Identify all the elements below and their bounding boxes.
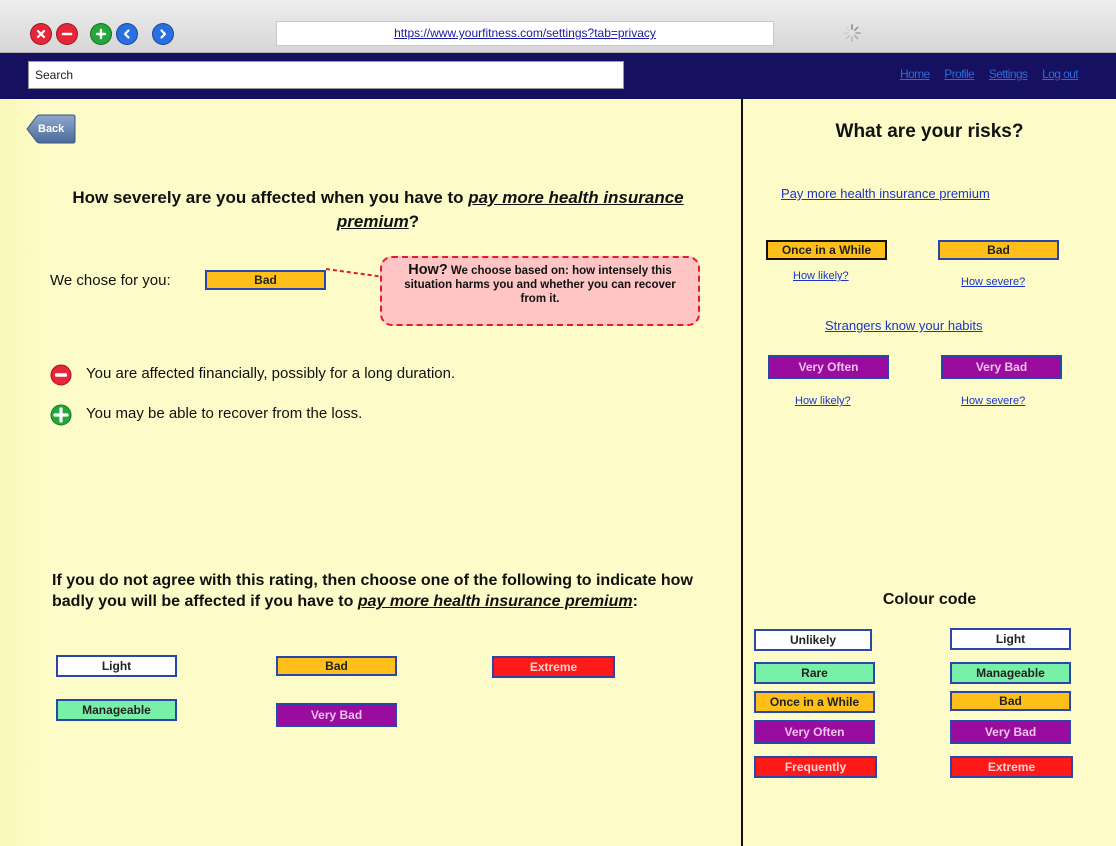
url-text[interactable]: https://www.yourfitness.com/settings?tab…	[394, 26, 656, 40]
how-severe-link[interactable]: How severe?	[961, 276, 1025, 288]
nav-link-home[interactable]: Home	[900, 67, 930, 81]
risks-title: What are your risks?	[835, 121, 1024, 142]
loading-spinner-icon	[842, 23, 862, 43]
close-window-icon[interactable]	[30, 23, 52, 45]
nav-links: Home Profile Settings Log out	[888, 67, 1079, 81]
legend-severity-light: Light	[950, 628, 1071, 650]
back-button-label: Back	[38, 123, 65, 135]
severity-question: How severely are you affected when you h…	[72, 188, 684, 231]
risk-severity-badge: Very Bad	[941, 355, 1062, 379]
back-arrow-icon[interactable]	[116, 23, 138, 45]
legend-likelihood-rare: Rare	[754, 662, 875, 684]
minimize-window-icon[interactable]	[56, 23, 78, 45]
minus-circle-icon	[50, 364, 72, 386]
option-very-bad-button[interactable]: Very Bad	[276, 703, 397, 727]
legend-likelihood-very-often: Very Often	[754, 720, 875, 744]
chose-for-you-label: We chose for you:	[50, 272, 171, 289]
risk-link-insurance[interactable]: Pay more health insurance premium	[781, 186, 990, 201]
risk-severity-badge: Bad	[938, 240, 1059, 260]
how-callout: How? We choose based on: how intensely t…	[380, 256, 700, 326]
callout-pointer	[326, 268, 384, 278]
legend-severity-very-bad: Very Bad	[950, 720, 1071, 744]
nav-link-profile[interactable]: Profile	[944, 67, 974, 81]
callout-heading: How?	[408, 262, 448, 278]
nav-link-settings[interactable]: Settings	[989, 67, 1028, 81]
colour-code-title: Colour code	[882, 591, 977, 608]
legend-severity-extreme: Extreme	[950, 756, 1073, 778]
risk-likelihood-badge: Once in a While	[766, 240, 887, 260]
search-input[interactable]	[28, 61, 624, 89]
option-bad-button[interactable]: Bad	[276, 656, 397, 676]
plus-circle-icon	[50, 404, 72, 426]
option-light-button[interactable]: Light	[56, 655, 177, 677]
back-button[interactable]: Back	[26, 114, 76, 144]
chosen-severity-badge: Bad	[205, 270, 326, 290]
risk-link-habits[interactable]: Strangers know your habits	[825, 318, 983, 333]
option-extreme-button[interactable]: Extreme	[492, 656, 615, 678]
risk-likelihood-badge: Very Often	[768, 355, 889, 379]
legend-likelihood-frequently: Frequently	[754, 756, 877, 778]
situation-emphasis: pay more health insurance premium	[357, 593, 633, 610]
how-severe-link[interactable]: How severe?	[961, 395, 1025, 407]
option-manageable-button[interactable]: Manageable	[56, 699, 177, 721]
legend-severity-manageable: Manageable	[950, 662, 1071, 684]
how-likely-link[interactable]: How likely?	[793, 270, 849, 282]
nav-link-logout[interactable]: Log out	[1042, 67, 1078, 81]
address-bar[interactable]: https://www.yourfitness.com/settings?tab…	[276, 21, 774, 46]
legend-likelihood-unlikely: Unlikely	[754, 629, 872, 651]
how-likely-link[interactable]: How likely?	[795, 395, 851, 407]
disagree-instructions: If you do not agree with this rating, th…	[52, 572, 693, 610]
legend-severity-bad: Bad	[950, 691, 1071, 711]
forward-arrow-icon[interactable]	[152, 23, 174, 45]
add-window-icon[interactable]	[90, 23, 112, 45]
legend-likelihood-once: Once in a While	[754, 691, 875, 713]
